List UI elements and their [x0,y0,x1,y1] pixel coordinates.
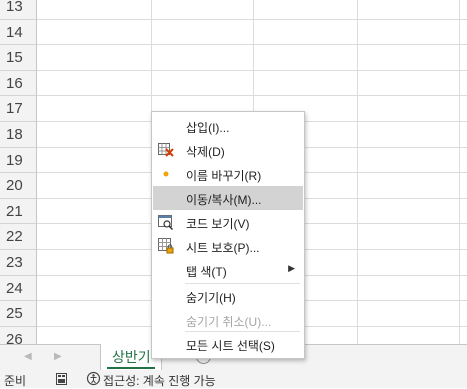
menu-item-label: 이름 바꾸기(R) [186,169,262,183]
row-header[interactable]: 24 [0,275,37,302]
menu-item-move-copy[interactable]: 이동/복사(M)... [153,186,303,210]
row-header[interactable]: 17 [0,96,37,122]
menu-item-protect-sheet[interactable]: 시트 보호(P)... [153,234,303,258]
view-code-icon [158,214,174,231]
row-header[interactable]: 19 [0,147,37,174]
row-header[interactable]: 26 [0,326,37,344]
menu-item-label: 시트 보호(P)... [186,241,260,255]
menu-item-delete[interactable]: 삭제(D) [153,138,303,162]
status-bar: 준비 접근성: 계속 진행 가능 [0,370,467,388]
menu-item-label: 이동/복사(M)... [186,193,262,207]
menu-item-hide[interactable]: 숨기기(H) [153,284,303,308]
row-header[interactable]: 22 [0,224,37,250]
row-gridline [37,95,467,97]
menu-item-label: 삭제(D) [186,145,225,159]
row-header[interactable]: 15 [0,45,37,71]
accessibility-status[interactable]: 접근성: 계속 진행 가능 [103,372,216,389]
row-header[interactable]: 21 [0,198,37,225]
status-ready: 준비 [4,374,27,388]
menu-item-label: 코드 보기(V) [186,217,250,231]
row-header[interactable]: 23 [0,250,37,276]
menu-item-view-code[interactable]: 코드 보기(V) [153,210,303,234]
row-header[interactable]: 14 [0,19,37,46]
row-gridline [37,69,467,71]
menu-item-select-all-sheets[interactable]: 모든 시트 선택(S) [153,332,303,356]
row-header[interactable]: 20 [0,173,37,199]
scroll-left-icon[interactable]: ◀ [24,351,32,362]
menu-item-unhide: 숨기기 취소(U)... [153,308,303,332]
menu-item-label: 탭 색(T) [186,265,227,279]
rename-dot-icon [158,166,174,182]
row-header[interactable]: 13 [0,0,37,20]
menu-item-tab-color[interactable]: 탭 색(T) ▶ [153,258,303,282]
delete-sheet-icon [158,142,174,158]
macro-record-icon[interactable] [56,373,67,388]
menu-item-rename[interactable]: 이름 바꾸기(R) [153,162,303,186]
accessibility-icon[interactable] [86,371,101,389]
menu-item-insert[interactable]: 삽입(I)... [153,114,303,138]
menu-item-label: 숨기기(H) [186,291,236,305]
row-gridline [37,18,467,20]
scroll-right-icon[interactable]: ▶ [54,351,62,362]
row-gridline [37,44,467,46]
sheet-tab-label: 상반기 [112,349,151,365]
protect-sheet-icon [158,238,174,254]
row-header[interactable]: 16 [0,70,37,97]
menu-item-label: 숨기기 취소(U)... [186,315,272,329]
submenu-arrow-icon: ▶ [288,263,295,273]
menu-item-label: 모든 시트 선택(S) [186,339,275,353]
sheet-context-menu: 삽입(I)... 삭제(D) 이름 바꾸기(R) 이동/복사(M)... 코드 … [151,111,305,359]
row-header[interactable]: 25 [0,301,37,327]
active-tab-underline [107,367,155,369]
row-header[interactable]: 18 [0,122,37,148]
menu-item-label: 삽입(I)... [186,121,230,135]
